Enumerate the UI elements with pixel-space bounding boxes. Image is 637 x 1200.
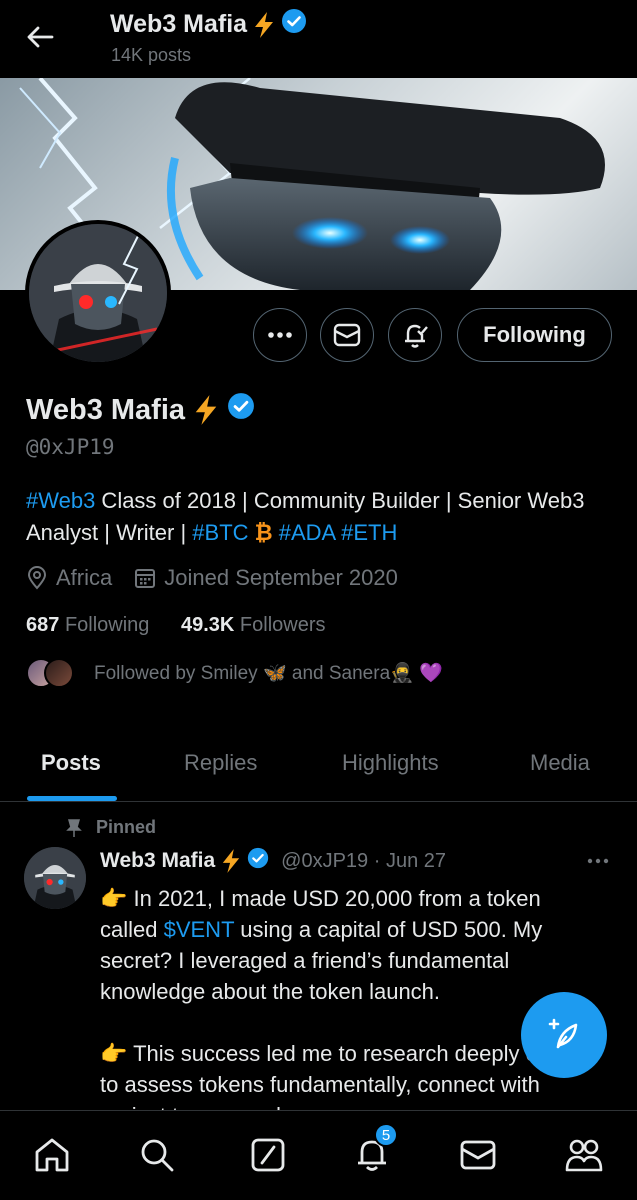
post-paragraph: 👉 In 2021, I made USD 20,000 from a toke… — [100, 883, 600, 1007]
notifications-subscribe-button[interactable] — [388, 308, 442, 362]
messages-envelope-icon[interactable] — [456, 1133, 500, 1177]
envelope-icon — [333, 323, 361, 347]
more-dots-icon — [268, 332, 292, 338]
active-tab-indicator — [27, 796, 117, 801]
header-name: Web3 Mafia — [110, 10, 248, 38]
post-author-avatar[interactable] — [24, 847, 86, 909]
hashtag-link[interactable]: #BTC — [192, 520, 248, 545]
pinned-label: Pinned — [96, 817, 157, 837]
feather-plus-icon — [548, 1018, 578, 1049]
post-header: Web3 Mafia @0xJP19 · Jun 27 — [100, 847, 446, 875]
location-text: Africa — [56, 565, 113, 590]
lightning-emoji-icon — [253, 11, 275, 39]
followed-by-row[interactable]: Followed by Smiley 🦋 and Sanera🥷 💜 — [26, 656, 443, 690]
more-options-button[interactable] — [253, 308, 307, 362]
followers-label: Followers — [239, 614, 326, 636]
following-button[interactable]: Following — [457, 308, 612, 362]
notifications-bell-icon[interactable]: 5 — [350, 1123, 398, 1177]
verified-badge-icon — [247, 847, 269, 875]
bitcoin-icon: ₿ — [254, 520, 273, 545]
profile-name: Web3 Mafia — [26, 393, 186, 426]
following-label: Following — [64, 614, 150, 636]
post-handle-date: @0xJP19 · Jun 27 — [281, 849, 446, 872]
tab-media[interactable]: Media — [530, 750, 590, 776]
follower-avatar — [44, 658, 74, 688]
profile-meta: Africa Joined September 2020 — [26, 565, 398, 591]
joined-date: Joined September 2020 — [164, 565, 398, 590]
hashtag-link[interactable]: #ADA — [279, 520, 335, 545]
followed-by-text: Followed by Smiley 🦋 and Sanera🥷 💜 — [94, 663, 443, 684]
tab-highlights[interactable]: Highlights — [342, 750, 439, 776]
bottom-navigation: 5 — [0, 1110, 637, 1200]
tab-replies[interactable]: Replies — [184, 750, 257, 776]
verified-badge-icon[interactable] — [227, 392, 255, 428]
calendar-icon — [134, 567, 156, 589]
post-author-name[interactable]: Web3 Mafia — [100, 849, 215, 873]
top-bar: Web3 Mafia 14K posts — [0, 0, 637, 78]
tab-posts[interactable]: Posts — [41, 750, 101, 776]
verified-badge-icon — [281, 8, 307, 41]
post-body: 👉 In 2021, I made USD 20,000 from a toke… — [100, 883, 600, 1113]
hashtag-link[interactable]: #Web3 — [26, 488, 95, 513]
notification-badge: 5 — [374, 1123, 398, 1147]
search-icon[interactable] — [135, 1133, 179, 1177]
profile-name-row: Web3 Mafia — [26, 392, 255, 428]
location-pin-icon — [26, 566, 48, 590]
back-arrow-icon[interactable] — [22, 22, 58, 52]
profile-handle: @0xJP19 — [26, 435, 115, 459]
profile-avatar[interactable] — [25, 220, 171, 366]
followers-count: 49.3K — [180, 614, 235, 636]
header-title: Web3 Mafia — [110, 8, 307, 41]
profile-tabs: Posts Replies Highlights Media — [0, 730, 637, 802]
following-count: 687 — [26, 614, 60, 636]
compose-post-button[interactable] — [521, 992, 607, 1078]
following-count-link[interactable]: 687 Following — [26, 614, 149, 636]
follow-counts: 687 Following 49.3K Followers — [26, 614, 326, 637]
home-icon[interactable] — [30, 1133, 74, 1177]
profile-bio: #Web3 Class of 2018 | Community Builder … — [26, 485, 616, 549]
cashtag-link[interactable]: $VENT — [164, 917, 235, 942]
grok-icon[interactable] — [246, 1133, 290, 1177]
pinned-label-row: Pinned — [66, 817, 156, 838]
communities-icon[interactable] — [562, 1133, 606, 1177]
hashtag-link[interactable]: #ETH — [341, 520, 397, 545]
lightning-emoji-icon — [193, 394, 219, 426]
pin-icon — [66, 818, 82, 837]
bell-check-icon — [405, 324, 428, 348]
followers-count-link[interactable]: 49.3K Followers — [181, 614, 326, 636]
lightning-emoji-icon — [221, 848, 241, 874]
message-button[interactable] — [320, 308, 374, 362]
post-more-icon[interactable] — [584, 851, 612, 871]
posts-count: 14K posts — [111, 45, 192, 65]
